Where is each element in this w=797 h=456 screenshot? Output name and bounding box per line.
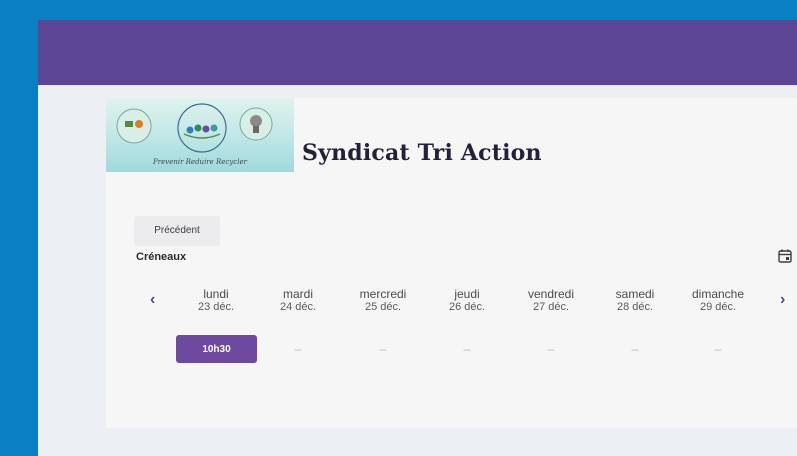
empty-slot-thursday: – — [463, 342, 471, 356]
next-week-chevron-icon[interactable]: › — [780, 292, 785, 308]
top-header-bar — [38, 20, 797, 85]
day-name: mardi — [282, 287, 313, 301]
organization-title: Syndicat Tri Action — [302, 140, 542, 166]
empty-slot-wednesday: – — [379, 342, 387, 356]
day-name: vendredi — [527, 287, 575, 301]
day-column-sunday: dimanche 29 déc. — [678, 287, 758, 314]
logo-caption: Prevenir Reduire Recycler — [152, 158, 248, 166]
day-date: 23 déc. — [197, 301, 235, 313]
time-slot-button[interactable]: 10h30 — [176, 335, 257, 363]
day-name: lundi — [203, 287, 229, 301]
app-window: Prevenir Reduire Recycler Syndicat Tri A… — [38, 20, 797, 456]
day-date: 29 déc. — [699, 301, 737, 313]
day-date: 25 déc. — [364, 301, 402, 313]
day-date: 26 déc. — [448, 301, 486, 313]
day-date: 24 déc. — [279, 301, 317, 313]
previous-button[interactable]: Précédent — [134, 216, 220, 246]
day-column-wednesday: mercredi 25 déc. — [343, 287, 423, 314]
booking-card: Prevenir Reduire Recycler Syndicat Tri A… — [106, 98, 797, 428]
previous-week-chevron-icon[interactable]: ‹ — [150, 292, 155, 308]
day-name: samedi — [615, 287, 655, 301]
day-name: jeudi — [454, 287, 480, 301]
calendar-icon[interactable] — [778, 249, 792, 263]
empty-slot-friday: – — [547, 342, 555, 356]
empty-slot-sunday: – — [714, 342, 722, 356]
day-name: mercredi — [359, 287, 407, 301]
day-column-monday: lundi 23 déc. — [176, 287, 256, 314]
day-column-friday: vendredi 27 déc. — [511, 287, 591, 314]
empty-slot-saturday: – — [631, 342, 639, 356]
day-name: dimanche — [691, 287, 745, 301]
day-column-tuesday: mardi 24 déc. — [258, 287, 338, 314]
organization-logo: Prevenir Reduire Recycler — [106, 98, 294, 172]
slots-heading: Créneaux — [136, 251, 187, 263]
empty-slot-tuesday: – — [294, 342, 302, 356]
day-column-thursday: jeudi 26 déc. — [427, 287, 507, 314]
logo-graphic: Prevenir Reduire Recycler — [116, 103, 273, 166]
day-date: 27 déc. — [532, 301, 570, 313]
day-column-saturday: samedi 28 déc. — [595, 287, 675, 314]
day-date: 28 déc. — [616, 301, 654, 313]
